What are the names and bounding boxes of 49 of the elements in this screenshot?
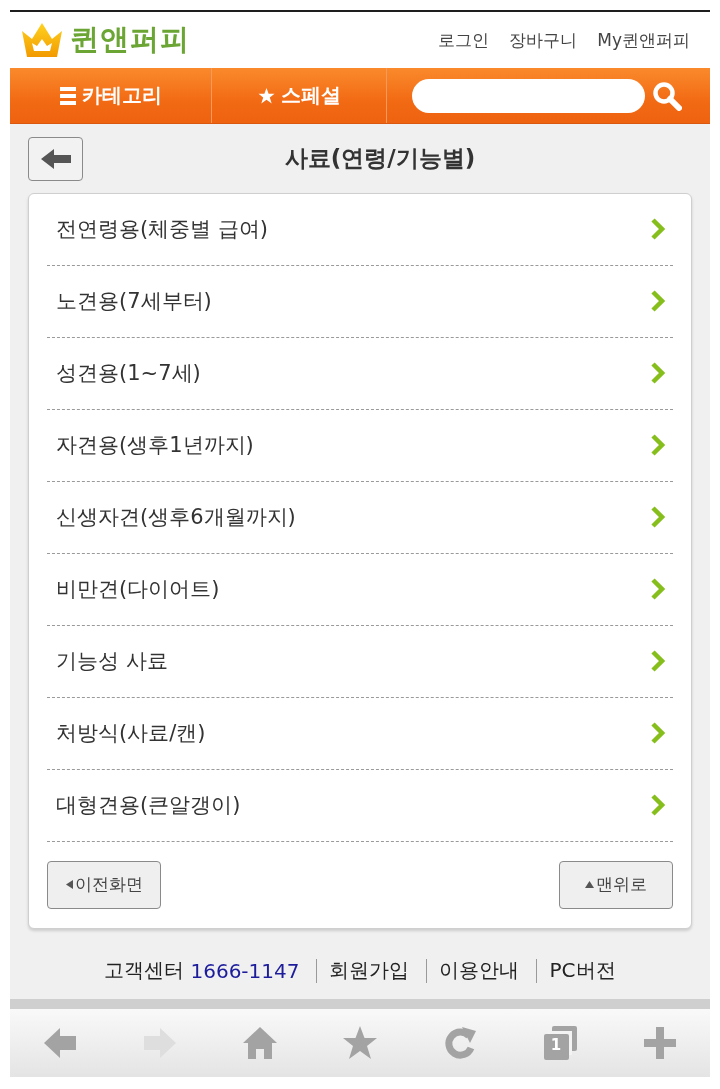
reload-icon — [442, 1024, 478, 1061]
star-icon — [257, 87, 275, 104]
chevron-right-icon — [651, 794, 665, 817]
category-item[interactable]: 기능성 사료 — [47, 625, 673, 698]
tabs-icon — [542, 1024, 578, 1061]
search-button[interactable] — [652, 80, 682, 111]
menu-icon — [59, 86, 76, 105]
top-button[interactable]: 맨위로 — [559, 860, 673, 909]
category-item[interactable]: 비만견(다이어트) — [47, 553, 673, 626]
header-link[interactable]: 장바구니 — [509, 28, 578, 52]
add-button[interactable] — [642, 1024, 678, 1061]
back-button[interactable] — [28, 136, 83, 181]
home-icon — [242, 1024, 278, 1061]
caret-left-icon — [65, 880, 73, 890]
category-item[interactable]: 성견용(1~7세) — [47, 337, 673, 410]
customer-center-label: 고객센터 — [104, 957, 185, 985]
chevron-right-icon — [651, 434, 665, 457]
search-field[interactable] — [412, 78, 645, 113]
logo-text: 퀸앤퍼피 — [70, 21, 190, 59]
chevron-right-icon — [651, 362, 665, 385]
arrow-left-icon — [40, 148, 71, 169]
footer-link[interactable]: 이용안내 — [439, 957, 520, 985]
header-link[interactable]: 로그인 — [438, 28, 490, 52]
page-title: 사료(연령/기능별) — [284, 145, 476, 172]
caret-up-icon — [585, 881, 594, 889]
category-item[interactable]: 처방식(사료/캔) — [47, 697, 673, 770]
chevron-right-icon — [651, 650, 665, 673]
previous-button[interactable]: 이전화면 — [47, 860, 161, 909]
footer-link[interactable]: PC버전 — [549, 957, 616, 985]
reload-button[interactable] — [442, 1024, 478, 1061]
chevron-right-icon — [651, 578, 665, 601]
chevron-right-icon — [651, 218, 665, 241]
header-link[interactable]: My퀸앤퍼피 — [597, 28, 690, 52]
category-item[interactable]: 노견용(7세부터) — [47, 265, 673, 338]
search-icon — [652, 80, 682, 111]
category-item[interactable]: 대형견용(큰알갱이) — [47, 769, 673, 842]
chevron-right-icon — [651, 290, 665, 313]
star-icon — [342, 1024, 378, 1061]
crown-icon — [20, 21, 64, 60]
bookmark-button[interactable] — [342, 1024, 378, 1061]
home-button[interactable] — [242, 1024, 278, 1061]
plus-icon — [642, 1024, 678, 1061]
category-item[interactable]: 신생자견(생후6개월까지) — [47, 481, 673, 554]
phone-number-link[interactable]: 1666-1147 — [190, 958, 300, 983]
footer-link[interactable]: 회원가입 — [329, 957, 410, 985]
category-item[interactable]: 전연령용(체중별 급여) — [47, 193, 673, 266]
category-item[interactable]: 자견용(생후1년까지) — [47, 409, 673, 482]
chevron-right-icon — [651, 506, 665, 529]
chevron-right-icon — [651, 722, 665, 745]
